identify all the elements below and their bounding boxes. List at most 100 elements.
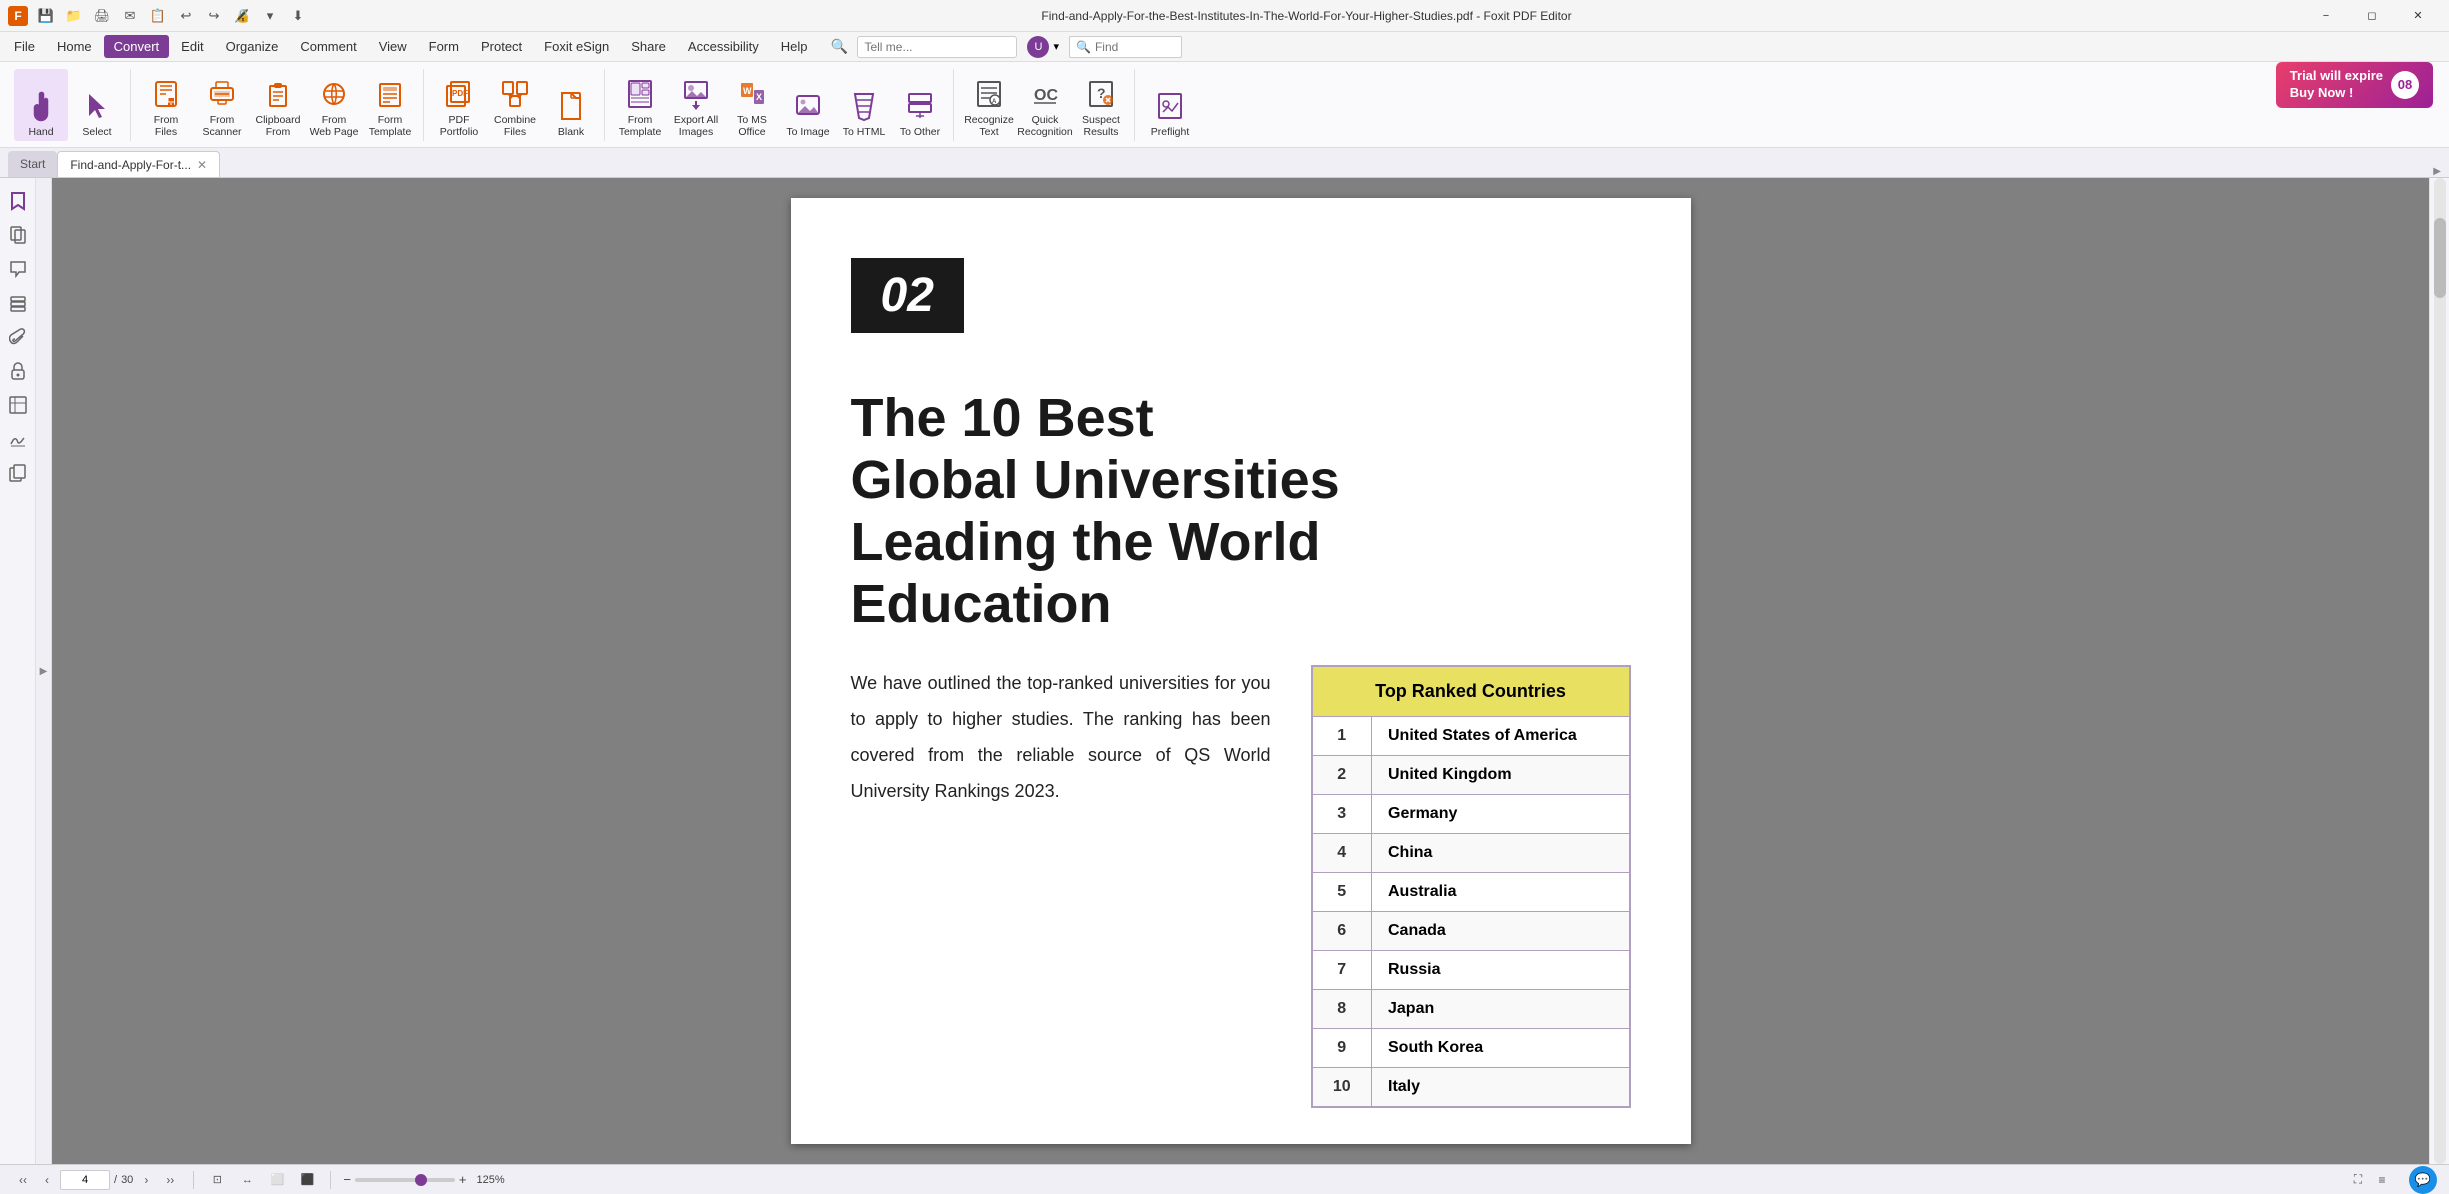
tab-document[interactable]: Find-and-Apply-For-t... ✕ [57,151,220,177]
customize-button[interactable]: ⬇ [286,5,310,27]
preflight-button[interactable]: Preflight [1143,69,1197,141]
hand-tool-button[interactable]: Hand [14,69,68,141]
fit-width-button[interactable]: ↔ [236,1169,258,1191]
find-input[interactable] [1095,40,1175,54]
export-all-images-button[interactable]: Export All Images [669,69,723,141]
user-avatar[interactable]: U [1027,36,1049,58]
reflow-button[interactable]: ≡ [2371,1169,2393,1191]
scrollbar-thumb[interactable] [2434,218,2446,298]
tab-close-button[interactable]: ✕ [197,158,207,172]
open-button[interactable]: 📁 [62,5,86,27]
menu-form[interactable]: Form [419,35,469,58]
current-page-input[interactable] [60,1170,110,1190]
app-icon: F [8,6,28,26]
scrollbar-track[interactable] [2434,178,2446,1164]
next-page-button[interactable]: › [135,1169,157,1191]
panel-toggle[interactable]: ▶ [36,178,52,1164]
ribbon-group-portfolio: PDF PDF Portfolio Combine Files Blank [426,69,605,141]
save-button[interactable]: 💾 [34,5,58,27]
sidebar-bookmark-icon[interactable] [3,186,33,216]
menu-view[interactable]: View [369,35,417,58]
another-button[interactable]: 📋 [146,5,170,27]
print-button[interactable]: 🖨 [90,5,114,27]
sidebar-lock-icon[interactable] [3,356,33,386]
last-page-button[interactable]: ›› [159,1169,181,1191]
menu-file[interactable]: File [4,35,45,58]
menu-home[interactable]: Home [47,35,102,58]
menu-share[interactable]: Share [621,35,676,58]
from-web-page-button[interactable]: FromWeb Page [307,69,361,141]
form-template-button[interactable]: Form Template [363,69,417,141]
tab-document-label: Find-and-Apply-For-t... [70,158,191,172]
user-dropdown[interactable]: ▾ [1053,40,1059,53]
pdf-portfolio-button[interactable]: PDF PDF Portfolio [432,69,486,141]
first-page-button[interactable]: ‹‹ [12,1169,34,1191]
pdf-portfolio-label: PDF Portfolio [434,114,484,139]
zoom-slider[interactable] [355,1178,455,1182]
menu-comment[interactable]: Comment [290,35,366,58]
fit-page-button[interactable]: ⊡ [206,1169,228,1191]
close-button[interactable]: ✕ [2395,0,2441,32]
zoom-out-button[interactable]: − [343,1172,351,1187]
to-html-button[interactable]: To HTML [837,69,891,141]
from-scanner-button[interactable]: FromScanner [195,69,249,141]
recognize-text-icon: A [973,78,1005,110]
prev-page-button[interactable]: ‹ [36,1169,58,1191]
menu-protect[interactable]: Protect [471,35,532,58]
menu-convert[interactable]: Convert [104,35,170,58]
select-tool-label: Select [82,126,111,139]
minimize-button[interactable]: − [2303,0,2349,32]
sidebar-pages-icon[interactable] [3,220,33,250]
trial-banner[interactable]: Trial will expire Buy Now ! 08 [2276,62,2433,108]
blank-button[interactable]: Blank [544,69,598,141]
to-image-button[interactable]: To Image [781,69,835,141]
redo-button[interactable]: ↪ [202,5,226,27]
table-row: 4China [1312,834,1630,873]
dropdown-button[interactable]: ▾ [258,5,282,27]
tab-start[interactable]: Start [8,151,57,177]
table-row: 10Italy [1312,1068,1630,1108]
recognize-text-button[interactable]: A Recognize Text [962,69,1016,141]
menu-edit[interactable]: Edit [171,35,213,58]
sidebar-comments-icon[interactable] [3,254,33,284]
email-button[interactable]: ✉ [118,5,142,27]
find-box[interactable]: 🔍 [1069,36,1182,58]
menu-help[interactable]: Help [771,35,818,58]
country-cell: China [1372,834,1630,873]
expand-button[interactable]: ⛶ [2347,1169,2369,1191]
sidebar-copy-icon[interactable] [3,458,33,488]
sidebar-attach-icon[interactable] [3,322,33,352]
zoom-in-button[interactable]: + [459,1172,467,1187]
select-tool-button[interactable]: Select [70,69,124,141]
menu-organize[interactable]: Organize [216,35,289,58]
search-icon[interactable]: 🔍 [827,35,851,59]
sidebar-layers-icon[interactable] [3,288,33,318]
from-template-button[interactable]: From Template [613,69,667,141]
undo-button[interactable]: ↩ [174,5,198,27]
rank-cell: 6 [1312,912,1372,951]
stamp-button[interactable]: 🔏 [230,5,254,27]
chat-button[interactable]: 💬 [2409,1166,2437,1194]
pdf-viewer[interactable]: 02 The 10 Best Global Universities Leadi… [52,178,2429,1164]
sidebar-pages2-icon[interactable] [3,390,33,420]
combine-files-button[interactable]: Combine Files [488,69,542,141]
sidebar-sign-icon[interactable] [3,424,33,454]
hand-icon [25,90,57,122]
to-other-button[interactable]: To Other [893,69,947,141]
menu-foxit-esign[interactable]: Foxit eSign [534,35,619,58]
search-input[interactable] [864,40,1010,54]
to-ms-office-button[interactable]: WX To MS Office [725,69,779,141]
menu-accessibility[interactable]: Accessibility [678,35,769,58]
double-page-button[interactable]: ⬛ [296,1169,318,1191]
from-files-button[interactable]: FromFiles [139,69,193,141]
quick-recognition-button[interactable]: OCR Quick Recognition [1018,69,1072,141]
suspect-results-button[interactable]: ? Suspect Results [1074,69,1128,141]
maximize-button[interactable]: ◻ [2349,0,2395,32]
zoom-thumb [415,1174,427,1186]
tab-arrow[interactable]: ▶ [2433,166,2441,177]
ribbon-group-template: From Template Export All Images WX To MS… [607,69,954,141]
from-clipboard-button[interactable]: ClipboardFrom [251,69,305,141]
single-page-button[interactable]: ⬜ [266,1169,288,1191]
search-box[interactable] [857,36,1017,58]
to-image-label: To Image [786,126,829,139]
